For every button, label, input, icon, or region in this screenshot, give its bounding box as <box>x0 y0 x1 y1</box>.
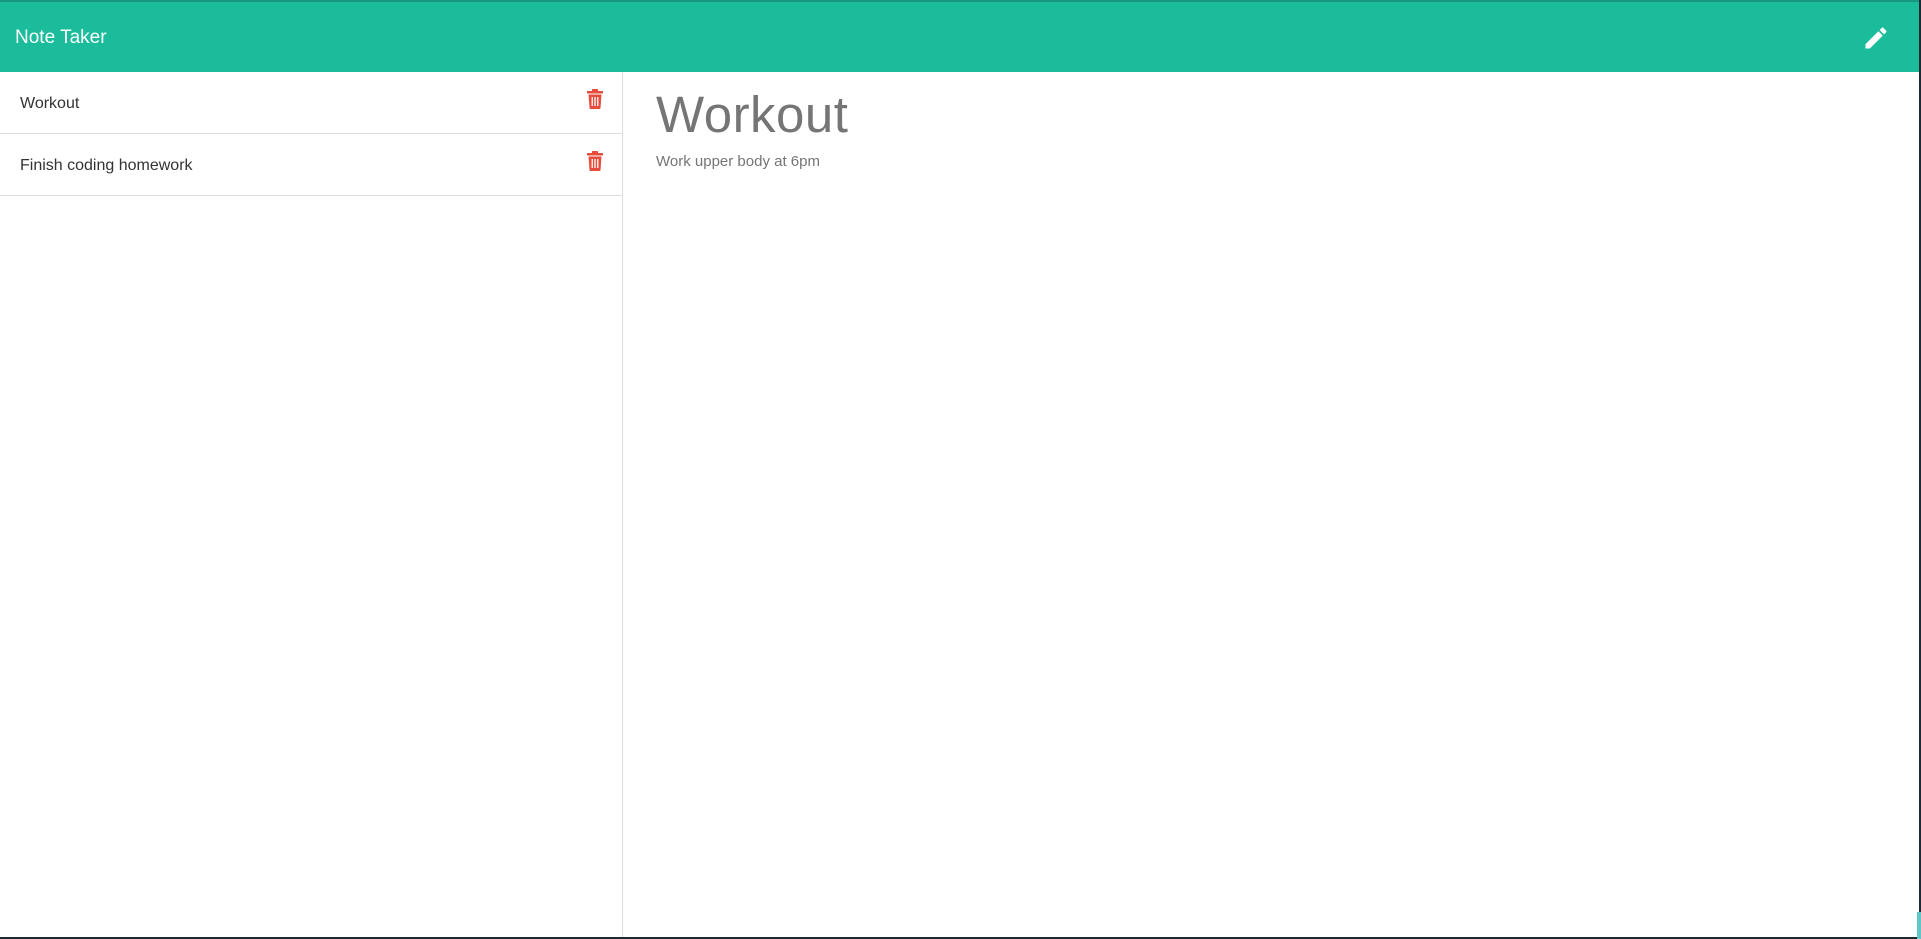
navbar: Note Taker <box>0 0 1921 72</box>
note-taker-app: Note Taker Workout Finish coding homewor… <box>0 0 1921 939</box>
delete-note-trash-icon[interactable] <box>586 151 604 171</box>
list-item-note-workout[interactable]: Workout <box>0 72 622 134</box>
window-corner-accent <box>1917 912 1921 939</box>
app-title[interactable]: Note Taker <box>15 26 107 50</box>
trash-icon <box>587 151 603 171</box>
pencil-icon <box>1865 27 1887 49</box>
note-item-title: Finish coding homework <box>20 157 193 174</box>
trash-icon <box>587 89 603 109</box>
new-note-pencil-icon[interactable] <box>1862 24 1890 52</box>
delete-note-trash-icon[interactable] <box>586 89 604 109</box>
note-item-title: Workout <box>20 95 80 112</box>
note-list: Workout Finish coding homework <box>0 72 622 196</box>
note-list-sidebar: Workout Finish coding homework <box>0 72 623 937</box>
note-text-area[interactable]: Work upper body at 6pm <box>656 152 820 172</box>
note-title-input[interactable]: Workout <box>656 80 848 150</box>
note-editor: Workout Work upper body at 6pm <box>624 72 1919 937</box>
list-item-note-finish-coding-homework[interactable]: Finish coding homework <box>0 134 622 196</box>
